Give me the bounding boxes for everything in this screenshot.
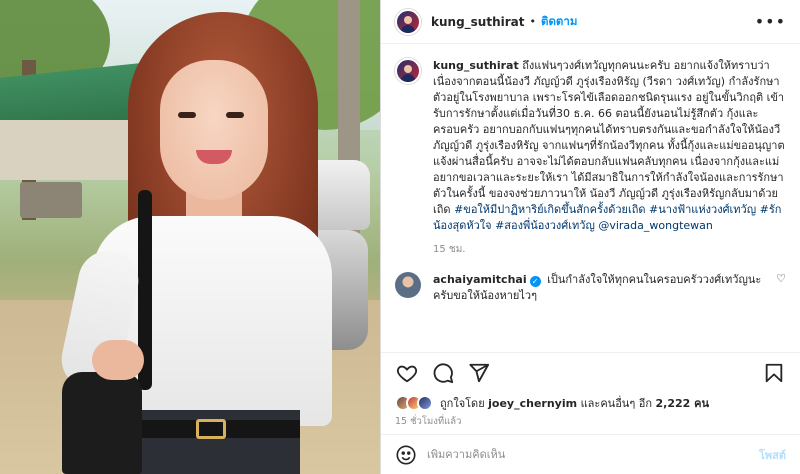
- post-photo[interactable]: [0, 0, 380, 474]
- comments-section[interactable]: kung_suthirat ถึงแฟนๆวงศ์เทวัญทุกคนนะครั…: [381, 44, 800, 352]
- liker-avatar[interactable]: [417, 395, 433, 411]
- caption-username[interactable]: kung_suthirat: [433, 59, 519, 72]
- photo-eye: [226, 112, 244, 118]
- post-header: kung_suthirat • ติดตาม •••: [381, 0, 800, 44]
- post-caption: kung_suthirat ถึงแฟนๆวงศ์เทวัญทุกคนนะครั…: [395, 58, 786, 258]
- comment-body: achaiyamitchai ✓ เป็นกำลังใจให้ทุกคนในครอ…: [433, 272, 768, 304]
- action-bar: [381, 352, 800, 392]
- comment-input[interactable]: [427, 448, 759, 461]
- likes-row: ถูกใจโดย joey_chernyim และคนอื่นๆ อีก 2,…: [381, 392, 800, 414]
- photo-sign: [20, 182, 82, 218]
- post-side-panel: kung_suthirat • ติดตาม ••• kung_suthirat…: [380, 0, 800, 474]
- caption-text: ถึงแฟนๆวงศ์เทวัญทุกคนนะครับ อยากแจ้งให้ท…: [433, 59, 785, 216]
- photo-bag: [62, 372, 142, 474]
- comment-like-heart-icon[interactable]: ♡: [776, 272, 786, 285]
- likes-user[interactable]: joey_chernyim: [488, 397, 577, 410]
- likes-count[interactable]: 2,222 คน: [656, 397, 710, 410]
- likes-middle: และคนอื่นๆ อีก: [580, 397, 652, 410]
- comment-icon[interactable]: [431, 361, 455, 385]
- post-timestamp[interactable]: 15 ชั่วโมงที่แล้ว: [381, 414, 800, 434]
- separator-dot: •: [529, 15, 537, 28]
- photo-face: [160, 60, 268, 200]
- caption-avatar[interactable]: [395, 58, 421, 84]
- author-avatar[interactable]: [395, 8, 421, 35]
- caption-body: kung_suthirat ถึงแฟนๆวงศ์เทวัญทุกคนนะครั…: [433, 58, 786, 258]
- heart-icon[interactable]: [395, 361, 419, 385]
- comment-item: achaiyamitchai ✓ เป็นกำลังใจให้ทุกคนในครอ…: [395, 272, 786, 304]
- commenter-avatar[interactable]: [395, 272, 421, 298]
- author-username[interactable]: kung_suthirat: [431, 15, 525, 29]
- post-comment-button[interactable]: โพสต์: [759, 446, 786, 464]
- verified-badge-icon: ✓: [529, 276, 541, 287]
- emoji-icon[interactable]: [395, 444, 417, 466]
- instagram-post-modal: kung_suthirat • ติดตาม ••• kung_suthirat…: [0, 0, 800, 474]
- follow-button[interactable]: ติดตาม: [541, 13, 577, 31]
- likes-text[interactable]: ถูกใจโดย joey_chernyim และคนอื่นๆ อีก 2,…: [440, 394, 709, 412]
- caption-age: 15 ชม.: [433, 244, 466, 255]
- likes-prefix: ถูกใจโดย: [440, 397, 485, 410]
- photo-eye: [178, 112, 196, 118]
- photo-buckle: [196, 419, 226, 439]
- photo-house: [0, 120, 140, 180]
- more-options-icon[interactable]: •••: [755, 12, 786, 31]
- commenter-username[interactable]: achaiyamitchai: [433, 273, 527, 286]
- photo-hand: [92, 340, 144, 380]
- caption-mention[interactable]: @virada_wongtewan: [598, 219, 713, 232]
- comment-composer: โพสต์: [381, 434, 800, 474]
- send-icon[interactable]: [467, 361, 491, 385]
- bookmark-icon[interactable]: [762, 361, 786, 385]
